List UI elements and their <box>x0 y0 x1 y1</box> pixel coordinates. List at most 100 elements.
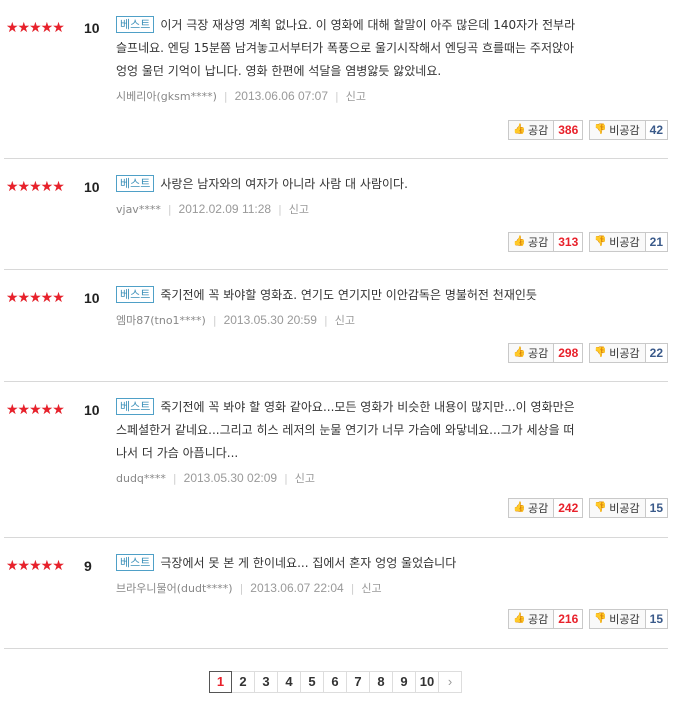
divider: | <box>350 582 355 595</box>
star-rating-icon: ★★★★★ ★★★★★ <box>6 558 65 574</box>
page-link-9[interactable]: 9 <box>393 671 416 693</box>
dislike-count: 42 <box>645 120 668 140</box>
review-list: ★★★★★ ★★★★★ 10 베스트 이거 극장 재상영 계획 없나요. 이 영화에 대… <box>4 0 668 649</box>
review-text: 슬프네요. 엔딩 15분쯤 남겨놓고서부터가 폭풍으로 울기시작해서 엔딩곡 흐… <box>116 41 575 55</box>
rating-score: 10 <box>84 20 100 36</box>
review-meta: vjav**** | 2012.02.09 11:28 | 신고 <box>116 201 664 218</box>
page-link-3[interactable]: 3 <box>255 671 278 693</box>
page-link-6[interactable]: 6 <box>324 671 347 693</box>
review-author[interactable]: vjav**** <box>116 203 161 216</box>
divider: | <box>323 314 328 327</box>
divider: | <box>278 203 282 216</box>
best-badge: 베스트 <box>116 554 155 571</box>
dislike-button[interactable]: 👎 비공감 <box>589 232 646 252</box>
thumbs-down-icon: 👎 <box>594 502 607 513</box>
thumbs-up-icon: 👍 <box>512 502 526 513</box>
dislike-button[interactable]: 👎 비공감 <box>589 609 646 629</box>
report-link[interactable]: 신고 <box>335 314 355 327</box>
review-item: ★★★★★ ★★★★★ 9 베스트 극장에서 못 본 게 한이네요... 집에서 혼자 … <box>4 538 668 649</box>
dislike-label: 비공감 <box>609 502 640 515</box>
review-text: 엉엉 울던 기억이 납니다. 영화 한편에 석달을 염병앓듯 앓았네요. <box>116 64 442 78</box>
thumbs-up-icon: 👍 <box>512 613 526 624</box>
review-author[interactable]: 시베리아(gksm****) <box>116 90 217 103</box>
review-date: 2013.05.30 02:09 <box>183 471 278 485</box>
like-button[interactable]: 👍 공감 <box>507 609 555 629</box>
like-button[interactable]: 👍 공감 <box>507 498 555 518</box>
page-link-8[interactable]: 8 <box>370 671 393 693</box>
review-text-line: 스페셜한거 같네요...그리고 히스 레저의 눈물 연기가 너무 가슴에 와닿네… <box>116 419 664 442</box>
review-meta: dudq**** | 2013.05.30 02:09 | 신고 <box>116 470 664 487</box>
page-link-1[interactable]: 1 <box>209 671 232 693</box>
best-badge: 베스트 <box>116 398 155 415</box>
review-author[interactable]: dudq**** <box>116 472 166 485</box>
rating-score: 10 <box>84 290 100 306</box>
dislike-label: 비공감 <box>609 236 640 249</box>
like-label: 공감 <box>527 124 549 137</box>
vote-actions: 👍 공감 216 👎 비공감 15 <box>507 609 668 629</box>
like-label: 공감 <box>527 613 549 626</box>
like-button[interactable]: 👍 공감 <box>507 232 555 252</box>
dislike-label: 비공감 <box>609 347 640 360</box>
dislike-label: 비공감 <box>609 613 640 626</box>
page-link-10[interactable]: 10 <box>416 671 439 693</box>
dislike-count: 22 <box>645 343 668 363</box>
review-text-line: 베스트 죽기전에 꼭 봐야 할 영화 같아요...모든 영화가 비슷한 내용이 많… <box>116 396 664 419</box>
thumbs-down-icon: 👎 <box>594 613 607 624</box>
divider: | <box>223 90 228 103</box>
dislike-button[interactable]: 👎 비공감 <box>589 343 646 363</box>
rating-score: 9 <box>84 558 92 574</box>
report-link[interactable]: 신고 <box>361 582 381 595</box>
thumbs-down-icon: 👎 <box>594 124 607 135</box>
divider: | <box>284 472 288 485</box>
dislike-button[interactable]: 👎 비공감 <box>589 498 646 518</box>
review-item: ★★★★★ ★★★★★ 10 베스트 죽기전에 꼭 봐야할 영화죠. 연기도 연기지만 … <box>4 270 668 382</box>
thumbs-up-icon: 👍 <box>512 124 526 135</box>
star-rating-icon: ★★★★★ ★★★★★ <box>6 290 65 306</box>
review-date: 2013.06.06 07:07 <box>234 89 329 103</box>
review-rating: ★★★★★ ★★★★★ 9 <box>6 558 92 574</box>
like-label: 공감 <box>527 236 549 249</box>
divider: | <box>335 90 339 103</box>
review-date: 2012.02.09 11:28 <box>178 202 272 216</box>
review-content: 베스트 죽기전에 꼭 봐야할 영화죠. 연기도 연기지만 이안감독은 명불허전 천… <box>116 284 664 329</box>
like-count: 298 <box>554 343 584 363</box>
review-text-line: 베스트 이거 극장 재상영 계획 없나요. 이 영화에 대해 할말이 아주 많은데… <box>116 14 664 37</box>
report-link[interactable]: 신고 <box>289 203 309 216</box>
best-badge: 베스트 <box>116 16 155 33</box>
thumbs-up-icon: 👍 <box>512 236 526 247</box>
like-count: 313 <box>554 232 584 252</box>
thumbs-down-icon: 👎 <box>594 347 607 358</box>
review-content: 베스트 극장에서 못 본 게 한이네요... 집에서 혼자 엉엉 울었습니다 브라우… <box>116 552 664 597</box>
review-text: 죽기전에 꼭 봐야 할 영화 같아요...모든 영화가 비슷한 내용이 많지만.… <box>160 400 575 414</box>
review-rating: ★★★★★ ★★★★★ 10 <box>6 290 100 306</box>
like-button[interactable]: 👍 공감 <box>507 343 555 363</box>
review-author[interactable]: 브라우니물어(dudt****) <box>116 582 233 595</box>
review-date: 2013.06.07 22:04 <box>250 581 344 595</box>
page-link-5[interactable]: 5 <box>301 671 324 693</box>
dislike-button[interactable]: 👎 비공감 <box>589 120 646 140</box>
dislike-count: 15 <box>645 498 668 518</box>
review-text-line: 엉엉 울던 기억이 납니다. 영화 한편에 석달을 염병앓듯 앓았네요. <box>116 60 664 83</box>
star-rating-icon: ★★★★★ ★★★★★ <box>6 402 65 418</box>
chevron-right-icon[interactable]: › <box>439 671 462 693</box>
report-link[interactable]: 신고 <box>346 90 366 103</box>
review-rating: ★★★★★ ★★★★★ 10 <box>6 20 100 36</box>
dislike-label: 비공감 <box>609 124 640 137</box>
review-meta: 엠마87(tno1****) | 2013.05.30 20:59 | 신고 <box>116 312 664 329</box>
review-content: 베스트 죽기전에 꼭 봐야 할 영화 같아요...모든 영화가 비슷한 내용이 많… <box>116 396 664 487</box>
like-button[interactable]: 👍 공감 <box>507 120 555 140</box>
review-author[interactable]: 엠마87(tno1****) <box>116 314 206 327</box>
dislike-count: 21 <box>645 232 668 252</box>
best-badge: 베스트 <box>116 175 155 192</box>
page-link-7[interactable]: 7 <box>347 671 370 693</box>
rating-score: 10 <box>84 402 100 418</box>
review-text: 사랑은 남자와의 여자가 아니라 사람 대 사람이다. <box>160 177 408 191</box>
thumbs-down-icon: 👎 <box>594 236 607 247</box>
divider: | <box>212 314 217 327</box>
page-link-4[interactable]: 4 <box>278 671 301 693</box>
review-text: 죽기전에 꼭 봐야할 영화죠. 연기도 연기지만 이안감독은 명불허전 천재인듯 <box>160 288 537 302</box>
like-count: 216 <box>554 609 584 629</box>
page-link-2[interactable]: 2 <box>232 671 255 693</box>
rating-score: 10 <box>84 179 100 195</box>
report-link[interactable]: 신고 <box>295 472 315 485</box>
